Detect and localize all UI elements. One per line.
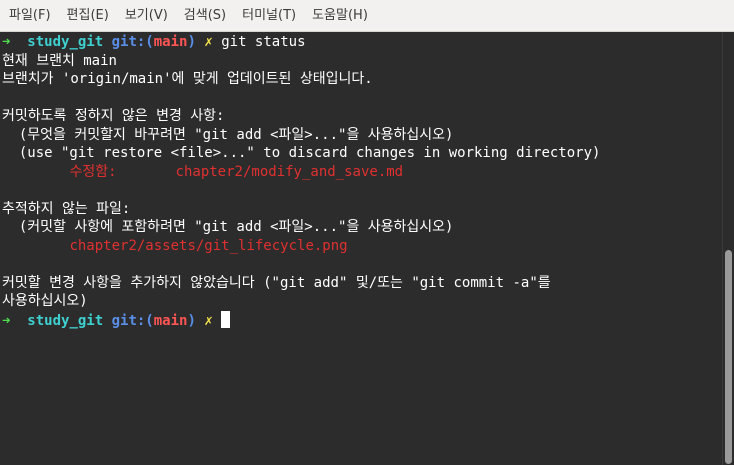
terminal-output[interactable]: ➜ study_git git:(main) ✗ git status 현재 브…: [0, 32, 722, 465]
output-line: 브랜치가 'origin/main'에 맞게 업데이트된 상태입니다.: [2, 71, 373, 87]
menu-file[interactable]: 파일(F): [1, 0, 59, 32]
output-line: 사용하십시오): [2, 293, 88, 309]
output-line: (커밋할 사항에 포함하려면 "git add <파일>..."을 사용하십시오…: [2, 219, 454, 235]
dirty-mark-icon: ✗: [204, 312, 213, 329]
prompt-arrow-icon: ➜: [2, 34, 11, 50]
modified-label: 수정함:: [69, 163, 117, 180]
output-line: (무엇을 커밋할지 바꾸려면 "git add <파일>..."을 사용하십시오…: [2, 126, 454, 143]
prompt-git-close: ): [187, 34, 196, 50]
prompt-git-label: git:(: [111, 34, 154, 50]
prompt-branch: main: [153, 312, 188, 329]
modified-file: chapter2/modify_and_save.md: [175, 163, 404, 180]
output-line: 커밋하도록 정하지 않은 변경 사항:: [2, 108, 225, 124]
text-cursor: [221, 310, 231, 328]
prompt-arrow-icon: ➜: [2, 312, 11, 329]
menu-search[interactable]: 검색(S): [176, 0, 234, 32]
prompt-directory: study_git: [27, 34, 104, 50]
untracked-file-line: chapter2/assets/git_lifecycle.png: [2, 237, 722, 256]
untracked-file: chapter2/assets/git_lifecycle.png: [69, 237, 348, 254]
modified-file-line: 수정함: chapter2/modify_and_save.md: [2, 163, 722, 182]
menu-terminal[interactable]: 터미널(T): [234, 0, 304, 32]
prompt-directory: study_git: [27, 312, 104, 329]
prompt-git-label: git:(: [111, 312, 154, 329]
output-line: 커밋할 변경 사항을 추가하지 않았습니다 ("git add" 및/또는 "g…: [2, 274, 551, 291]
prompt-git-close: ): [187, 312, 196, 329]
menu-view[interactable]: 보기(V): [117, 0, 176, 32]
output-line: 현재 브랜치 main: [2, 52, 117, 69]
output-line: 추적하지 않는 파일:: [2, 200, 131, 217]
scrollbar-thumb[interactable]: [725, 250, 732, 464]
output-line: (use "git restore <file>..." to discard …: [2, 145, 601, 161]
prompt-line: ➜ study_git git:(main) ✗: [2, 310, 722, 330]
prompt-branch: main: [153, 34, 188, 50]
menu-edit[interactable]: 편집(E): [59, 0, 117, 32]
dirty-mark-icon: ✗: [204, 34, 213, 50]
prompt-line: ➜ study_git git:(main) ✗ git status: [2, 33, 722, 52]
command-text: git status: [221, 34, 306, 50]
scrollbar[interactable]: [722, 32, 734, 465]
menu-bar: 파일(F) 편집(E) 보기(V) 검색(S) 터미널(T) 도움말(H): [0, 0, 734, 32]
terminal-window: 파일(F) 편집(E) 보기(V) 검색(S) 터미널(T) 도움말(H) ➜ …: [0, 0, 734, 465]
menu-help[interactable]: 도움말(H): [304, 0, 376, 32]
